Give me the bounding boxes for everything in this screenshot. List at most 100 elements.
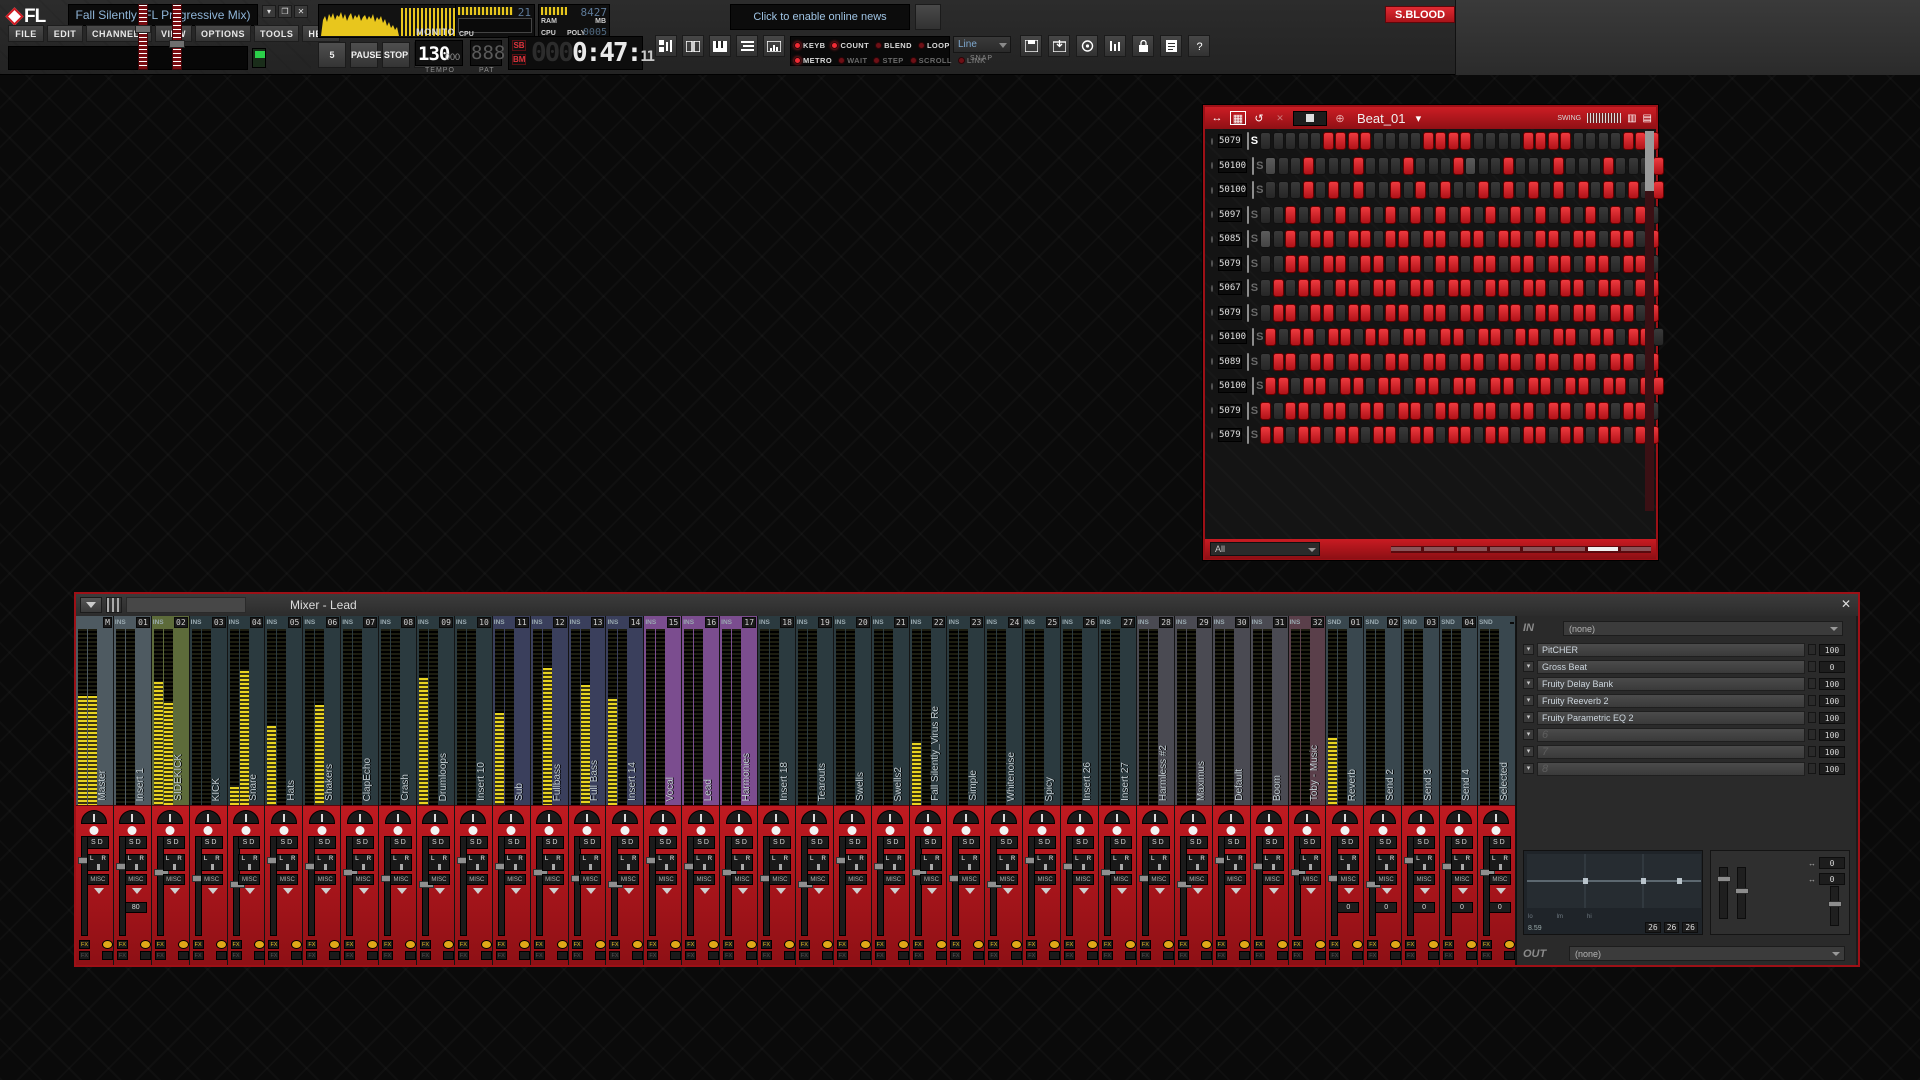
pan-knob[interactable]: [574, 810, 600, 824]
strip-track-name[interactable]: Fullbass: [552, 764, 563, 801]
misc-button[interactable]: MISC: [807, 874, 829, 885]
pan-knob[interactable]: [1067, 810, 1093, 824]
channel-pan-vol[interactable]: 5089: [1218, 355, 1242, 369]
keyboard-editor-icon[interactable]: ▤: [1643, 113, 1652, 124]
step-button[interactable]: [1398, 132, 1409, 150]
step-button[interactable]: [1403, 157, 1414, 175]
step-button[interactable]: [1303, 181, 1314, 199]
stereo-separation[interactable]: LR: [1224, 854, 1246, 871]
step-button[interactable]: [1573, 426, 1584, 444]
channel-name-button[interactable]: Kick_Fa..ilently: [1252, 157, 1254, 175]
step-button[interactable]: [1340, 328, 1351, 346]
volume-fader[interactable]: [990, 836, 997, 936]
snap-selector[interactable]: Line: [953, 36, 1011, 53]
mixer-track-strip[interactable]: INS19TearoutsSDLRMISCFXFX: [796, 616, 834, 965]
pan-knob-center[interactable]: [658, 826, 667, 835]
step-button[interactable]: [1415, 328, 1426, 346]
step-button[interactable]: [1260, 426, 1271, 444]
step-button[interactable]: [1610, 353, 1621, 371]
step-button[interactable]: [1440, 181, 1451, 199]
volume-fader[interactable]: [574, 836, 581, 936]
chevron-down-icon[interactable]: [397, 888, 407, 894]
resize-icon[interactable]: ↔: [1209, 111, 1225, 125]
step-button[interactable]: [1548, 304, 1559, 322]
toggle-metro[interactable]: METRO: [794, 56, 832, 65]
step-button[interactable]: [1428, 377, 1439, 395]
step-button[interactable]: [1285, 402, 1296, 420]
step-button[interactable]: [1585, 230, 1596, 248]
effect-mix-value[interactable]: 100: [1819, 763, 1845, 775]
channel-enable-led[interactable]: [1211, 334, 1213, 341]
fx-cell[interactable]: FX: [268, 940, 279, 949]
solo-mute-buttons[interactable]: SD: [276, 836, 298, 849]
step-button[interactable]: [1423, 353, 1434, 371]
step-button[interactable]: [1423, 230, 1434, 248]
chevron-down-icon[interactable]: [94, 888, 104, 894]
step-button[interactable]: [1598, 230, 1609, 248]
step-button[interactable]: [1323, 132, 1334, 150]
pan-knob-center[interactable]: [924, 826, 933, 835]
step-button[interactable]: [1485, 426, 1496, 444]
mixer-track-strip[interactable]: INS03KICKSDLRMISCFXFX: [190, 616, 228, 965]
stereo-separation[interactable]: LR: [1110, 854, 1132, 871]
step-button[interactable]: [1373, 426, 1384, 444]
volume-fader[interactable]: [81, 836, 88, 936]
fx-cell[interactable]: FX: [458, 940, 469, 949]
fx-cell[interactable]: FX: [1292, 940, 1303, 949]
chevron-down-icon[interactable]: [511, 888, 521, 894]
fx-knob[interactable]: [140, 951, 151, 960]
fx-cell[interactable]: FX: [382, 951, 393, 960]
pan-knob[interactable]: [347, 810, 373, 824]
step-button[interactable]: [1460, 279, 1471, 297]
solo-mute-buttons[interactable]: SD: [125, 836, 147, 849]
step-button[interactable]: [1603, 377, 1614, 395]
fx-knob[interactable]: [481, 951, 492, 960]
step-button[interactable]: [1360, 206, 1371, 224]
misc-button[interactable]: MISC: [1110, 874, 1132, 885]
step-button[interactable]: [1335, 132, 1346, 150]
stereo-separation[interactable]: LR: [996, 854, 1018, 871]
step-button[interactable]: [1560, 206, 1571, 224]
close-icon[interactable]: ✕: [1272, 111, 1288, 125]
effect-name[interactable]: PitCHER: [1537, 643, 1805, 657]
step-button[interactable]: [1260, 279, 1271, 297]
mixer-track-strip[interactable]: INS32Toby - MusicSDLRMISCFXFX: [1289, 616, 1327, 965]
pan-knob[interactable]: [195, 810, 221, 824]
misc-button[interactable]: MISC: [1299, 874, 1321, 885]
channel-enable-led[interactable]: [1211, 309, 1213, 316]
misc-button[interactable]: MISC: [314, 874, 336, 885]
strip-track-name[interactable]: Send 3: [1423, 769, 1434, 801]
step-button[interactable]: [1348, 402, 1359, 420]
stereo-separation[interactable]: LR: [163, 854, 185, 871]
step-button[interactable]: [1428, 157, 1439, 175]
step-button[interactable]: [1265, 377, 1276, 395]
channel-enable-led[interactable]: [1211, 162, 1213, 169]
volume-fader[interactable]: [498, 836, 505, 936]
strip-track-name[interactable]: Hats: [286, 780, 297, 801]
step-button[interactable]: [1435, 206, 1446, 224]
step-button[interactable]: [1278, 157, 1289, 175]
fx-knob[interactable]: [860, 940, 871, 949]
stereo-separation[interactable]: LR: [352, 854, 374, 871]
fx-knob[interactable]: [822, 951, 833, 960]
solo-mute-buttons[interactable]: SD: [1451, 836, 1473, 849]
output-selector[interactable]: (none): [1569, 946, 1845, 961]
step-button[interactable]: [1553, 328, 1564, 346]
step-button[interactable]: [1410, 255, 1421, 273]
input-selector[interactable]: (none): [1563, 621, 1843, 636]
volume-fader[interactable]: [952, 836, 959, 936]
step-button[interactable]: [1328, 328, 1339, 346]
effect-name[interactable]: Fruity Parametric EQ 2: [1537, 711, 1805, 725]
step-button[interactable]: [1340, 377, 1351, 395]
step-button[interactable]: [1465, 181, 1476, 199]
mixer-track-strip[interactable]: SND01ReverbSDLRMISC0FXFX: [1326, 616, 1364, 965]
fx-knob[interactable]: [746, 951, 757, 960]
stereo-separation[interactable]: LR: [314, 854, 336, 871]
news-refresh-button[interactable]: [915, 4, 941, 30]
step-button[interactable]: [1560, 255, 1571, 273]
effect-name[interactable]: 6: [1537, 728, 1805, 742]
step-button[interactable]: [1298, 230, 1309, 248]
fx-knob[interactable]: [216, 951, 227, 960]
step-button[interactable]: [1603, 328, 1614, 346]
fx-cell[interactable]: FX: [799, 951, 810, 960]
